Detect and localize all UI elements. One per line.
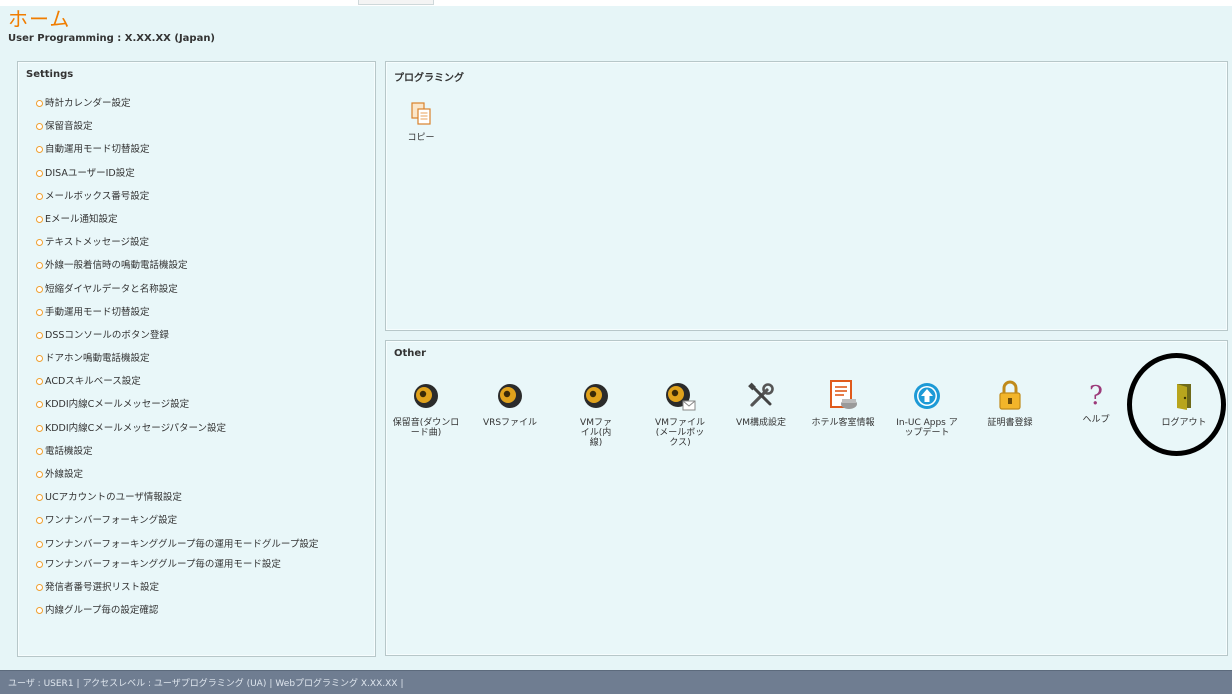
copy-icon (404, 102, 438, 129)
highlight-circle (1127, 353, 1226, 456)
bullet-icon (36, 560, 43, 568)
status-user: ユーザ : USER1 (8, 679, 74, 689)
settings-link[interactable]: 保留音設定 (36, 121, 366, 132)
browser-tab-stub (358, 0, 434, 5)
settings-link[interactable]: メールボックス番号設定 (36, 191, 366, 202)
vm-file-extension-label: VMファイル(内線) (580, 418, 612, 448)
status-version: Webプログラミング X.XX.XX (275, 679, 398, 689)
page-header: ホーム User Programming : X.XX.XX (Japan) (8, 6, 215, 46)
certificate-registration-button[interactable]: 証明書登録 (973, 379, 1047, 428)
settings-link[interactable]: 自動運用モード切替設定 (36, 144, 366, 155)
bullet-icon (36, 401, 43, 409)
bullet-icon (36, 494, 43, 502)
copy-label: コピー (407, 133, 435, 143)
bullet-icon (36, 100, 43, 107)
vm-file-extension-button[interactable]: VMファイル(内線) (559, 381, 633, 448)
bullet-icon (36, 424, 43, 432)
settings-link[interactable]: 電話機設定 (36, 446, 366, 457)
bullet-icon (36, 331, 43, 339)
bullet-icon (36, 262, 43, 270)
help-icon: ? (1089, 381, 1103, 411)
settings-link[interactable]: 内線グループ毎の設定確認 (36, 605, 366, 616)
speaker-icon (389, 381, 463, 414)
settings-link[interactable]: 短縮ダイヤルデータと名称設定 (36, 284, 366, 295)
settings-link[interactable]: 外線設定 (36, 469, 366, 480)
settings-link[interactable]: DISAユーザーID設定 (36, 168, 366, 179)
page-title: ホーム (8, 7, 71, 31)
settings-panel-title: Settings (26, 69, 74, 80)
help-label: ヘルプ (1082, 415, 1110, 425)
settings-link[interactable]: ワンナンバーフォーキング設定 (36, 515, 366, 526)
bullet-icon (36, 285, 43, 293)
settings-link[interactable]: KDDI内線Cメールメッセージ設定 (36, 399, 366, 410)
status-bar: ユーザ : USER1 | アクセスレベル : ユーザプログラミング (UA) | We… (0, 670, 1232, 694)
settings-link[interactable]: 時計カレンダー設定 (36, 98, 366, 109)
vm-file-mailbox-button[interactable]: VMファイル(メールボックス) (643, 381, 717, 448)
speaker-mail-icon (643, 381, 717, 414)
help-button[interactable]: ? ヘルプ (1059, 381, 1133, 425)
settings-link[interactable]: ドアホン鳴動電話機設定 (36, 353, 366, 364)
lock-icon (973, 379, 1047, 414)
bullet-icon (36, 606, 43, 614)
in-uc-apps-update-label: In-UC Apps アップデート (896, 418, 958, 438)
tools-icon (724, 381, 798, 414)
bullet-icon (36, 583, 43, 591)
settings-panel: Settings 時計カレンダー設定 保留音設定 自動運用モード切替設定 DIS… (17, 61, 376, 657)
bullet-icon (36, 192, 43, 200)
settings-link[interactable]: DSSコンソールのボタン登録 (36, 330, 366, 341)
bullet-icon (36, 355, 43, 363)
vm-file-mailbox-label: VMファイル(メールボックス) (655, 418, 705, 448)
bullet-icon (36, 146, 43, 154)
page-subtitle: User Programming : X.XX.XX (Japan) (8, 33, 216, 44)
in-uc-apps-update-button[interactable]: In-UC Apps アップデート (890, 381, 964, 438)
other-panel-title: Other (394, 348, 427, 359)
settings-link[interactable]: テキストメッセージ設定 (36, 237, 366, 248)
hotel-room-info-label: ホテル客室情報 (811, 418, 875, 428)
settings-link[interactable]: 手動運用モード切替設定 (36, 307, 366, 318)
speaker-icon (559, 381, 633, 414)
bullet-icon (36, 215, 43, 223)
bullet-icon (36, 123, 43, 131)
settings-link[interactable]: 外線一般着信時の鳴動電話機設定 (36, 260, 366, 271)
settings-link[interactable]: Eメール通知設定 (36, 214, 366, 225)
bullet-icon (36, 517, 43, 525)
hotel-room-info-button[interactable]: ホテル客室情報 (806, 379, 880, 428)
vrs-file-button[interactable]: VRSファイル (473, 381, 547, 428)
settings-link[interactable]: ワンナンバーフォーキンググループ毎の運用モードグループ設定 (36, 539, 366, 550)
status-access-level: アクセスレベル : ユーザプログラミング (UA) (82, 679, 267, 689)
bullet-icon (36, 540, 43, 548)
settings-link[interactable]: ワンナンバーフォーキンググループ毎の運用モード設定 (36, 559, 366, 570)
bullet-icon (36, 447, 43, 455)
programming-panel-title: プログラミング (394, 73, 464, 84)
speaker-icon (473, 381, 547, 414)
vrs-file-label: VRSファイル (482, 418, 538, 428)
bullet-icon (36, 378, 43, 386)
bullet-icon (36, 169, 43, 177)
programming-panel: プログラミング コピー (385, 61, 1228, 331)
settings-list: 時計カレンダー設定 保留音設定 自動運用モード切替設定 DISAユーザーID設定… (36, 98, 366, 628)
other-panel: Other 保留音(ダウンロード曲) VRSファイル VMファイル(内線) VM… (385, 340, 1228, 656)
hold-music-button[interactable]: 保留音(ダウンロード曲) (389, 381, 463, 438)
bullet-icon (36, 239, 43, 247)
certificate-registration-label: 証明書登録 (987, 418, 1033, 428)
settings-link[interactable]: KDDI内線Cメールメッセージパターン設定 (36, 423, 366, 434)
bullet-icon (36, 471, 43, 478)
settings-link[interactable]: ACDスキルベース設定 (36, 376, 366, 387)
upload-icon (890, 381, 964, 414)
bullet-icon (36, 308, 43, 316)
hotel-document-icon (806, 379, 880, 414)
vm-config-button[interactable]: VM構成設定 (724, 381, 798, 428)
copy-button[interactable]: コピー (404, 102, 438, 143)
hold-music-label: 保留音(ダウンロード曲) (392, 418, 460, 438)
settings-link[interactable]: 発信者番号選択リスト設定 (36, 582, 366, 593)
status-text: ユーザ : USER1 | アクセスレベル : ユーザプログラミング (UA) | We… (8, 679, 404, 689)
settings-link[interactable]: UCアカウントのユーザ情報設定 (36, 492, 366, 503)
vm-config-label: VM構成設定 (736, 418, 786, 428)
